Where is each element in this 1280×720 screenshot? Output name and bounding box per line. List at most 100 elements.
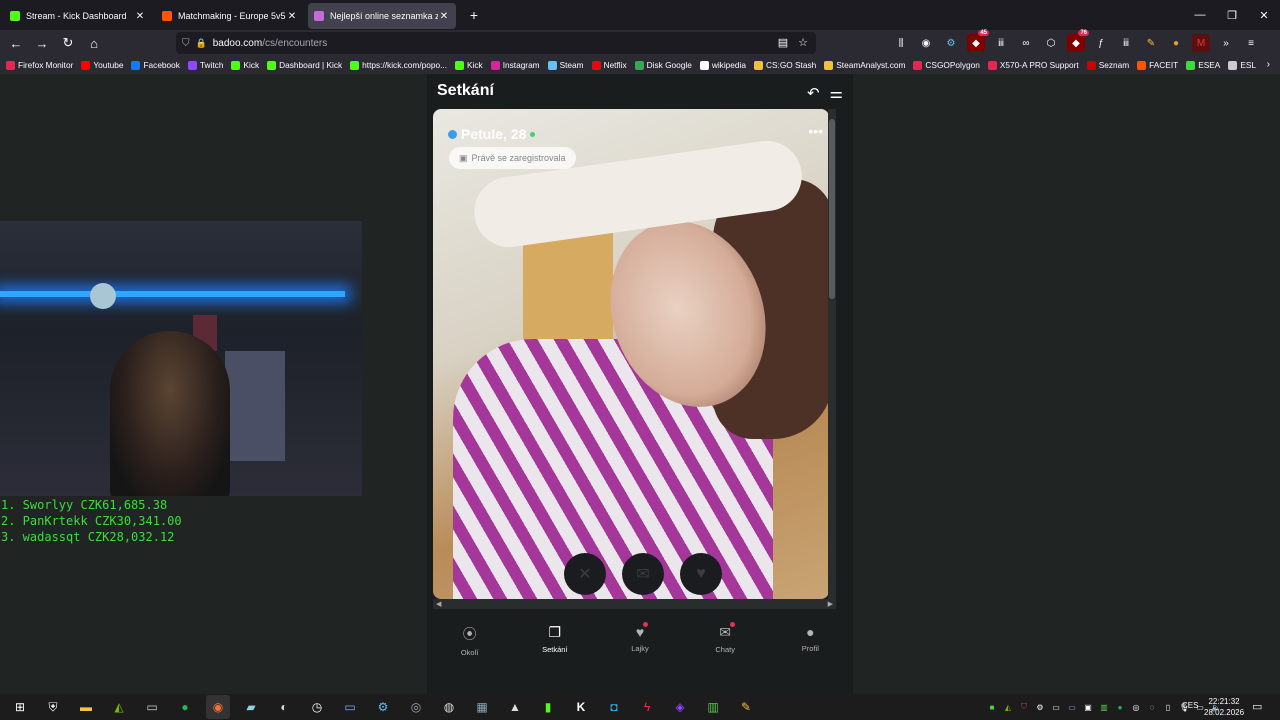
maximize-button[interactable]: ❐ [1216, 0, 1248, 30]
obs-icon[interactable]: ◐ [272, 695, 296, 719]
scroll-left-icon[interactable]: ◀ [436, 600, 441, 608]
notes-app-icon[interactable]: ▰ [239, 695, 263, 719]
bookmark-star-icon[interactable]: ☆ [798, 36, 808, 49]
bookmark-item[interactable]: Disk Google [634, 60, 692, 70]
nav-item[interactable]: ❐ Setkání [525, 624, 585, 664]
nav-item[interactable]: ● Profil [780, 624, 840, 664]
windows-start-icon[interactable]: ⊞ [8, 695, 32, 719]
browser-tab[interactable]: Stream - Kick Dashboard ✕ [4, 3, 152, 29]
account-icon[interactable]: ◉ [917, 34, 935, 52]
m-extension-icon[interactable]: M [1192, 34, 1210, 52]
tray-display-icon[interactable]: ▭ [1050, 701, 1062, 713]
vertical-scrollbar[interactable] [828, 109, 836, 599]
pen-app-icon[interactable]: ✎ [734, 695, 758, 719]
script-extension-icon[interactable]: ƒ [1092, 34, 1110, 52]
chart-app-icon[interactable]: ▥ [701, 695, 725, 719]
bookmark-item[interactable]: CSGOPolygon [913, 60, 980, 70]
firefox-icon[interactable]: ◉ [206, 695, 230, 719]
ublock-extension-icon[interactable]: ◆ 45 [967, 30, 989, 52]
bookmark-item[interactable]: wikipedia [699, 60, 746, 70]
back-button[interactable]: ← [4, 32, 28, 54]
monitor-app-icon[interactable]: ▭ [338, 695, 362, 719]
tray-spotify-icon[interactable]: ● [1114, 701, 1126, 713]
shield-app-icon[interactable]: ⛨ [41, 695, 65, 719]
nvidia-icon[interactable]: ◭ [107, 695, 131, 719]
hamburger-menu-icon[interactable]: ≡ [1242, 34, 1260, 52]
purple-app-icon[interactable]: ◈ [668, 695, 692, 719]
bookmark-item[interactable]: Kick [231, 60, 259, 70]
power-app-icon[interactable]: ϟ [635, 695, 659, 719]
bookmark-item[interactable]: ESL [1228, 60, 1256, 70]
close-tab-icon[interactable]: ✕ [134, 11, 146, 22]
nav-item[interactable]: ✉ Chaty [695, 622, 755, 664]
bookmark-item[interactable]: ESEA [1186, 60, 1220, 70]
browser-tab[interactable]: Nejlepší online seznamka zdarm✕ [308, 3, 456, 29]
horizontal-scrollbar[interactable]: ◀ ▶ [433, 599, 836, 609]
scroll-right-icon[interactable]: ▶ [828, 600, 833, 608]
forward-button[interactable]: → [30, 32, 54, 54]
extension-icon[interactable]: ⅲ [992, 34, 1010, 52]
terminal-icon[interactable]: ▭ [140, 695, 164, 719]
calculator-icon[interactable]: ▦ [470, 695, 494, 719]
bookmark-item[interactable]: Facebook [131, 60, 180, 70]
bookmark-item[interactable]: Instagram [490, 60, 540, 70]
pass-button[interactable]: ✕ [564, 553, 606, 595]
language-indicator[interactable]: CES [1182, 701, 1198, 710]
adblock-extension-icon[interactable]: ◆ 76 [1067, 30, 1089, 52]
steam-app-icon[interactable]: ⚙ [371, 695, 395, 719]
tool-extension-icon[interactable]: ⅲ [1117, 34, 1135, 52]
tray-battery-icon[interactable]: ▯ [1162, 701, 1174, 713]
nav-item[interactable]: ⦿ Okolí [440, 624, 500, 664]
shield-icon[interactable]: ⛉ [182, 38, 190, 49]
clock-app-icon[interactable]: ◷ [305, 695, 329, 719]
nav-item[interactable]: ♥ Lajky [610, 622, 670, 664]
csgo-app-icon[interactable]: ◍ [437, 695, 461, 719]
tray-green2-icon[interactable]: ▥ [1098, 701, 1110, 713]
puzzle-icon[interactable]: ⬡ [1042, 34, 1060, 52]
bookmarks-overflow-icon[interactable]: › [1267, 59, 1270, 70]
minimize-button[interactable]: — [1184, 0, 1216, 30]
bookmark-item[interactable]: Twitch [187, 60, 223, 70]
filter-icon[interactable]: ⚌ [830, 84, 843, 102]
tray-app-icon[interactable]: ▣ [1082, 701, 1094, 713]
bookmark-item[interactable]: FACEIT [1137, 60, 1178, 70]
blue-app-icon[interactable]: ◘ [602, 695, 626, 719]
more-options-icon[interactable]: ••• [808, 123, 823, 139]
file-explorer-icon[interactable]: ▬ [74, 695, 98, 719]
close-tab-icon[interactable]: ✕ [286, 11, 298, 22]
bookmark-item[interactable]: Youtube [81, 60, 123, 70]
bookmark-item[interactable]: X570-A PRO Support [987, 60, 1079, 70]
green-app-icon[interactable]: ▮ [536, 695, 560, 719]
clock[interactable]: 22:21:32 28.02.2026 [1204, 696, 1244, 718]
new-tab-button[interactable]: + [464, 7, 484, 23]
settings-app-icon[interactable]: ◎ [404, 695, 428, 719]
pen-extension-icon[interactable]: ✎ [1142, 34, 1160, 52]
tray-nvidia-icon[interactable]: ◭ [1002, 701, 1014, 713]
tray-recorder-icon[interactable]: ◌ [1146, 701, 1158, 713]
reader-view-icon[interactable]: ▤ [778, 36, 788, 49]
tray-steam-icon[interactable]: ⚙ [1034, 701, 1046, 713]
profile-photo[interactable]: Petule, 28 ▣ Právě se zaregistrovala •••… [433, 109, 829, 599]
bookmark-item[interactable]: CS:GO Stash [753, 60, 816, 70]
browser-tab[interactable]: Matchmaking - Europe 5v5 Qu✕ [156, 3, 304, 29]
steam-extension-icon[interactable]: ⚙ [942, 34, 960, 52]
bookmark-item[interactable]: SteamAnalyst.com [824, 60, 905, 70]
overflow-menu-icon[interactable]: » [1217, 34, 1235, 52]
close-window-button[interactable]: ✕ [1248, 0, 1280, 30]
library-icon[interactable]: ⫼ [892, 34, 910, 52]
tray-green-icon[interactable]: ■ [986, 701, 998, 713]
bookmark-item[interactable]: Dashboard | Kick [267, 60, 342, 70]
tray-discord-icon[interactable]: ◎ [1130, 701, 1142, 713]
reload-button[interactable]: ↻ [56, 32, 80, 54]
cookie-extension-icon[interactable]: ● [1167, 34, 1185, 52]
glasses-extension-icon[interactable]: ∞ [1017, 34, 1035, 52]
spotify-icon[interactable]: ● [173, 695, 197, 719]
kick-app-icon[interactable]: K [569, 695, 593, 719]
bookmark-item[interactable]: Steam [547, 60, 584, 70]
photo-app-icon[interactable]: ▲ [503, 695, 527, 719]
like-button[interactable]: ♥ [680, 553, 722, 595]
bookmark-item[interactable]: Kick [455, 60, 483, 70]
tray-shield-icon[interactable]: ⛉ [1018, 701, 1030, 713]
home-button[interactable]: ⌂ [82, 32, 106, 54]
bookmark-item[interactable]: Firefox Monitor [6, 60, 73, 70]
